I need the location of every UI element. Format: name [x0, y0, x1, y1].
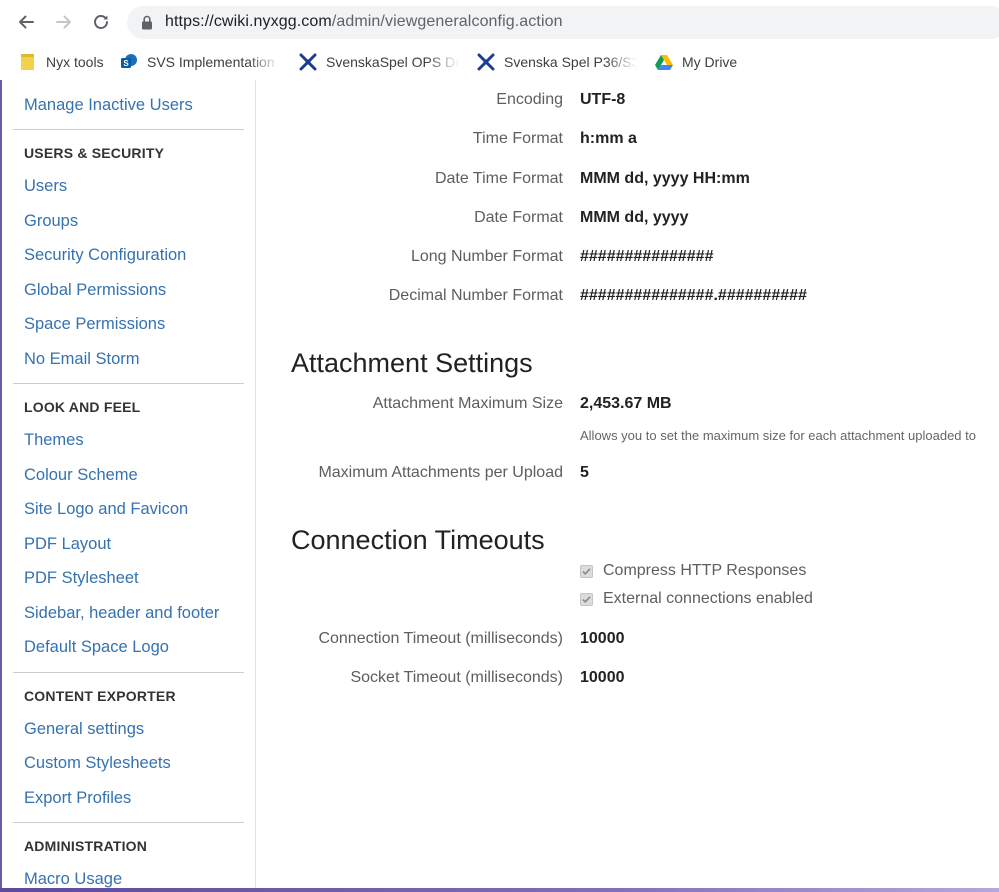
sidebar-divider — [13, 822, 244, 823]
sidebar-heading-look-and-feel: LOOK AND FEEL — [24, 399, 141, 415]
sidebar-item-custom-stylesheets[interactable]: Custom Stylesheets — [24, 754, 171, 773]
taskbar-edge — [0, 888, 999, 892]
sidebar-item-global-permissions[interactable]: Global Permissions — [24, 281, 166, 300]
long-number-format-value: ############### — [580, 248, 714, 265]
admin-sidebar: Manage Inactive Users USERS & SECURITY U… — [2, 80, 256, 888]
sidebar-item-security-configuration[interactable]: Security Configuration — [24, 246, 186, 265]
sidebar-heading-content-exporter: CONTENT EXPORTER — [24, 688, 176, 704]
sidebar-heading-administration: ADMINISTRATION — [24, 838, 148, 854]
sidebar-item-pdf-stylesheet[interactable]: PDF Stylesheet — [24, 569, 139, 588]
reload-button[interactable] — [89, 10, 113, 34]
date-format-label: Date Format — [474, 209, 563, 226]
back-button[interactable] — [14, 10, 38, 34]
sidebar-item-space-permissions[interactable]: Space Permissions — [24, 315, 165, 334]
encoding-value: UTF-8 — [580, 91, 626, 108]
general-config-content: Encoding UTF-8 Time Format h:mm a Date T… — [257, 80, 999, 888]
browser-toolbar: https://cwiki.nyxgg.com/admin/viewgenera… — [0, 0, 999, 44]
compress-http-responses-label: Compress HTTP Responses — [603, 562, 807, 579]
bookmark-svs-implementation[interactable]: S SVS Implementation — [120, 52, 280, 72]
encoding-label: Encoding — [496, 91, 563, 108]
url-text: https://cwiki.nyxgg.com/admin/viewgenera… — [165, 13, 563, 31]
forward-button[interactable] — [52, 10, 76, 34]
attachment-settings-heading: Attachment Settings — [291, 348, 533, 378]
max-attachments-per-upload-value: 5 — [580, 464, 589, 481]
sidebar-item-users[interactable]: Users — [24, 177, 67, 196]
compress-http-responses-checkbox: Compress HTTP Responses — [580, 562, 806, 580]
attachment-max-size-description: Allows you to set the maximum size for e… — [580, 428, 976, 443]
bookmark-label: Nyx tools — [46, 54, 104, 70]
bookmark-label: SVS Implementation — [147, 54, 275, 70]
max-attachments-per-upload-label: Maximum Attachments per Upload — [318, 464, 563, 481]
sidebar-item-pdf-layout[interactable]: PDF Layout — [24, 535, 111, 554]
decimal-number-format-label: Decimal Number Format — [388, 287, 563, 304]
bookmark-my-drive[interactable]: My Drive — [655, 52, 755, 72]
sidebar-item-themes[interactable]: Themes — [24, 431, 84, 450]
sidebar-divider — [13, 672, 244, 673]
date-format-value: MMM dd, yyyy — [580, 209, 689, 226]
bookmarks-bar: Nyx tools S SVS Implementation SvenskaSp… — [0, 44, 999, 80]
connection-timeouts-heading: Connection Timeouts — [291, 525, 545, 555]
sidebar-item-groups[interactable]: Groups — [24, 212, 78, 231]
time-format-label: Time Format — [472, 130, 563, 147]
bookmark-label: My Drive — [682, 54, 738, 70]
date-time-format-label: Date Time Format — [434, 170, 563, 187]
sidebar-item-manage-inactive-users[interactable]: Manage Inactive Users — [24, 96, 193, 115]
connection-timeout-label: Connection Timeout (milliseconds) — [318, 630, 563, 647]
svg-text:S: S — [123, 59, 129, 68]
decimal-number-format-value: ###############.########## — [580, 287, 807, 304]
sidebar-item-sidebar-header-footer[interactable]: Sidebar, header and footer — [24, 604, 219, 623]
checkmark-icon — [580, 564, 593, 578]
checkmark-icon — [580, 592, 593, 606]
sidebar-item-export-profiles[interactable]: Export Profiles — [24, 789, 131, 808]
url-host: https://cwiki.nyxgg.com — [165, 13, 332, 30]
sidebar-divider — [13, 129, 244, 130]
sidebar-item-colour-scheme[interactable]: Colour Scheme — [24, 466, 138, 485]
attachment-max-size-label: Attachment Maximum Size — [372, 395, 563, 412]
folder-icon — [19, 53, 37, 71]
sidebar-item-site-logo-favicon[interactable]: Site Logo and Favicon — [24, 500, 188, 519]
google-drive-icon — [655, 53, 673, 71]
bookmark-label: SvenskaSpel OPS Dev — [326, 54, 459, 70]
lock-icon — [142, 15, 152, 30]
sidebar-item-no-email-storm[interactable]: No Email Storm — [24, 350, 140, 369]
connection-timeout-value: 10000 — [580, 630, 625, 647]
long-number-format-label: Long Number Format — [410, 248, 563, 265]
confluence-x-icon — [299, 53, 317, 71]
sidebar-heading-users-security: USERS & SECURITY — [24, 145, 165, 161]
external-connections-enabled-checkbox: External connections enabled — [580, 590, 813, 608]
sharepoint-icon: S — [120, 53, 138, 71]
attachment-max-size-value: 2,453.67 MB — [580, 395, 672, 412]
bookmark-nyx-tools[interactable]: Nyx tools — [19, 52, 119, 72]
arrow-left-icon — [19, 15, 34, 29]
sidebar-item-macro-usage[interactable]: Macro Usage — [24, 870, 122, 888]
arrow-right-icon — [56, 15, 71, 29]
sidebar-item-default-space-logo[interactable]: Default Space Logo — [24, 638, 169, 657]
window-edge — [0, 80, 2, 892]
reload-icon — [94, 15, 108, 29]
bookmark-svenskaspel-ops[interactable]: SvenskaSpel OPS Dev — [299, 52, 459, 72]
socket-timeout-label: Socket Timeout (milliseconds) — [350, 669, 563, 686]
sidebar-divider — [13, 383, 244, 384]
sidebar-item-general-settings[interactable]: General settings — [24, 720, 144, 739]
address-bar[interactable]: https://cwiki.nyxgg.com/admin/viewgenera… — [127, 6, 999, 39]
bookmark-svenska-spel-p36[interactable]: Svenska Spel P36/S30 — [477, 52, 637, 72]
confluence-x-icon — [477, 53, 495, 71]
url-path: /admin/viewgeneralconfig.action — [331, 13, 563, 30]
socket-timeout-value: 10000 — [580, 669, 625, 686]
bookmark-label: Svenska Spel P36/S30 — [504, 54, 637, 70]
date-time-format-value: MMM dd, yyyy HH:mm — [580, 170, 750, 187]
time-format-value: h:mm a — [580, 130, 637, 147]
external-connections-enabled-label: External connections enabled — [603, 590, 813, 607]
